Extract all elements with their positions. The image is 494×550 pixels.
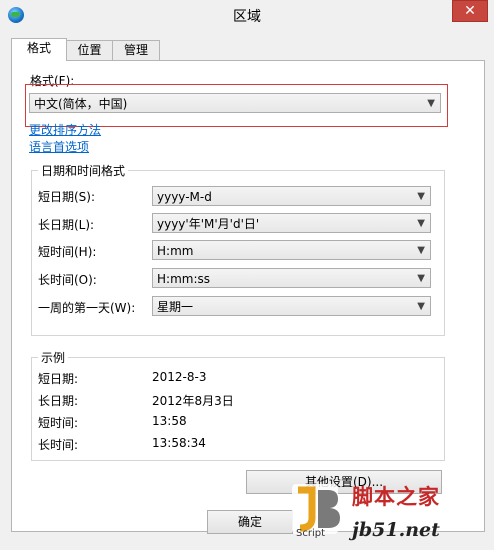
long-time-value: H:mm:ss [157,272,210,286]
watermark-script: Script [296,528,326,539]
short-date-label: 短日期(S): [38,190,96,204]
format-select[interactable]: 中文(简体，中国) ▼ [29,93,441,113]
language-prefs-link[interactable]: 语言首选项 [29,138,89,155]
title-bar: 区域 ✕ [0,0,494,30]
example-long-date-label: 长日期: [38,394,79,408]
tab-format[interactable]: 格式 [11,38,67,61]
tab-admin[interactable]: 管理 [112,40,160,60]
example-short-time-label: 短时间: [38,416,79,430]
tab-location[interactable]: 位置 [65,40,114,60]
short-date-select[interactable]: yyyy-M-d ▼ [152,186,431,206]
example-long-time-label: 长时间: [38,438,79,452]
chevron-down-icon: ▼ [417,245,425,256]
watermark-url: jb51.net [352,519,440,541]
short-time-select[interactable]: H:mm ▼ [152,240,431,260]
example-short-time-value: 13:58 [152,414,187,428]
example-long-date-value: 2012年8月3日 [152,394,234,408]
example-legend: 示例 [41,351,66,365]
short-date-value: yyyy-M-d [157,190,212,204]
window-title: 区域 [233,9,261,25]
close-button[interactable]: ✕ [452,0,488,22]
example-short-date-value: 2012-8-3 [152,370,207,384]
long-date-select[interactable]: yyyy'年'M'月'd'日' ▼ [152,213,431,233]
first-day-value: 星期一 [157,300,194,314]
short-time-label: 短时间(H): [38,245,97,259]
first-day-label: 一周的第一天(W): [38,301,136,315]
datetime-legend: 日期和时间格式 [41,164,126,178]
short-time-value: H:mm [157,244,194,258]
watermark-brand: 脚本之家 [352,485,440,509]
chevron-down-icon: ▼ [417,301,425,312]
first-day-select[interactable]: 星期一 ▼ [152,296,431,316]
example-long-time-value: 13:58:34 [152,436,206,450]
chevron-down-icon: ▼ [427,98,435,109]
ok-button[interactable]: 确定 [207,510,293,534]
long-time-label: 长时间(O): [38,273,97,287]
format-select-value: 中文(简体，中国) [34,97,128,111]
chevron-down-icon: ▼ [417,273,425,284]
chevron-down-icon: ▼ [417,191,425,202]
long-time-select[interactable]: H:mm:ss ▼ [152,268,431,288]
change-sort-link[interactable]: 更改排序方法 [29,121,101,138]
long-date-value: yyyy'年'M'月'd'日' [157,217,260,231]
long-date-label: 长日期(L): [38,218,95,232]
chevron-down-icon: ▼ [417,218,425,229]
example-group: 示例 [31,349,445,461]
example-short-date-label: 短日期: [38,372,79,386]
